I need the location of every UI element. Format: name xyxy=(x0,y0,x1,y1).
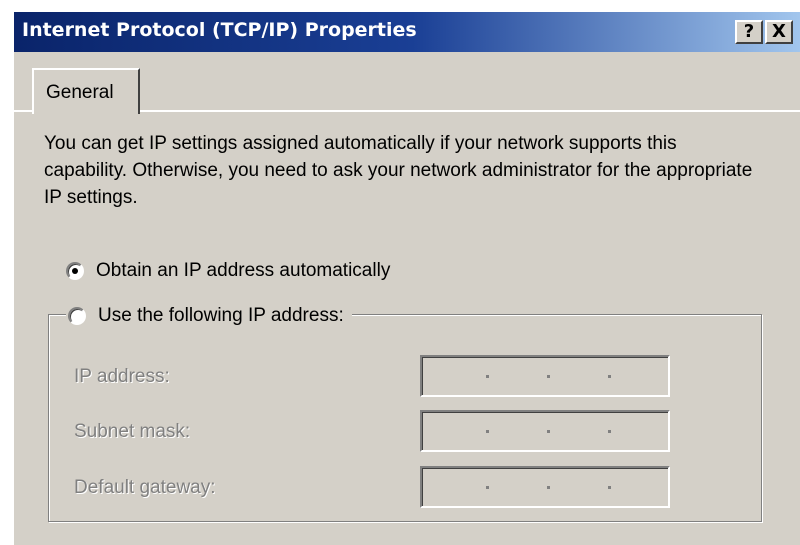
use-following-ip-option[interactable]: Use the following IP address: xyxy=(66,305,352,327)
help-button[interactable]: ? xyxy=(735,20,763,44)
ip-octet-separator xyxy=(547,486,550,489)
ip-octet-separator xyxy=(608,430,611,433)
window-title: Internet Protocol (TCP/IP) Properties xyxy=(22,19,417,41)
obtain-ip-automatically-radio[interactable] xyxy=(66,262,84,280)
tab-general[interactable]: General xyxy=(32,68,140,114)
ip-octet-separator xyxy=(547,375,550,378)
ip-octet-separator xyxy=(608,486,611,489)
ip-octet-separator xyxy=(608,375,611,378)
use-following-ip-label[interactable]: Use the following IP address: xyxy=(98,305,344,327)
ip-octet-separator xyxy=(547,430,550,433)
ip-octet-separator xyxy=(486,375,489,378)
obtain-ip-automatically-option[interactable]: Obtain an IP address automatically xyxy=(66,260,390,282)
subnet-mask-field[interactable] xyxy=(420,410,670,452)
use-following-ip-radio[interactable] xyxy=(68,307,86,325)
obtain-ip-automatically-label[interactable]: Obtain an IP address automatically xyxy=(96,260,390,282)
default-gateway-field[interactable] xyxy=(420,466,670,508)
title-bar[interactable]: Internet Protocol (TCP/IP) Properties ? … xyxy=(14,12,800,52)
ip-address-label: IP address: xyxy=(74,366,170,387)
subnet-mask-label: Subnet mask: xyxy=(74,421,191,442)
tab-general-label: General xyxy=(46,82,114,103)
intro-text: You can get IP settings assigned automat… xyxy=(44,133,753,208)
ip-octet-separator xyxy=(486,430,489,433)
ip-address-field[interactable] xyxy=(420,355,670,397)
default-gateway-label: Default gateway: xyxy=(74,477,216,498)
close-button[interactable]: X xyxy=(765,20,793,44)
ip-octet-separator xyxy=(486,486,489,489)
